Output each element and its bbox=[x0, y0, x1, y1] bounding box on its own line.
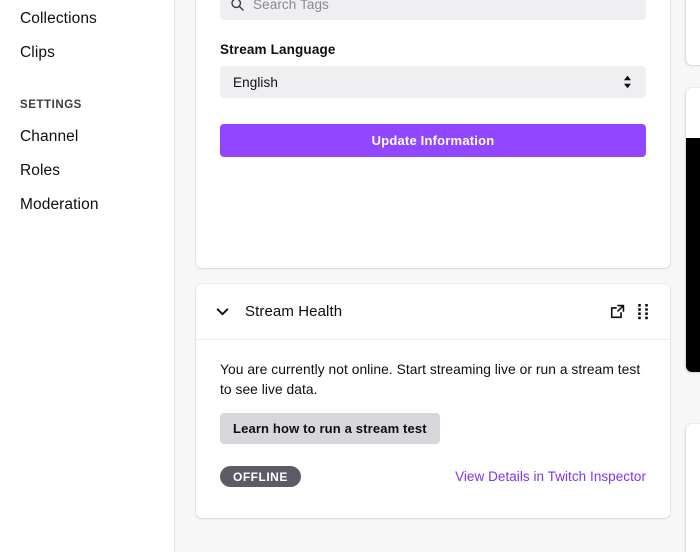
right-column bbox=[683, 0, 700, 552]
stream-language-select[interactable]: English bbox=[220, 66, 646, 98]
sidebar-item-collections[interactable]: Collections bbox=[0, 2, 174, 36]
sidebar-item-label: Roles bbox=[20, 162, 61, 179]
stream-health-card: Stream Health You are currently not onli… bbox=[196, 284, 670, 518]
chevron-down-icon[interactable] bbox=[214, 304, 230, 320]
sidebar-item-channel[interactable]: Channel bbox=[0, 120, 174, 154]
right-card-bottom-cropped bbox=[686, 424, 700, 552]
stream-language-label: Stream Language bbox=[220, 42, 336, 57]
stream-health-footer: OFFLINE View Details in Twitch Inspector bbox=[220, 466, 646, 487]
sidebar-item-label: Collections bbox=[20, 10, 97, 27]
external-link-icon[interactable] bbox=[604, 299, 630, 325]
app-root: Collections Clips SETTINGS Channel Roles… bbox=[0, 0, 700, 552]
stream-health-body: You are currently not online. Start stre… bbox=[196, 340, 670, 487]
sidebar-item-roles[interactable]: Roles bbox=[0, 154, 174, 188]
update-information-label: Update Information bbox=[371, 133, 495, 148]
learn-stream-test-button[interactable]: Learn how to run a stream test bbox=[220, 413, 440, 444]
sidebar-item-clips[interactable]: Clips bbox=[0, 36, 174, 70]
stream-health-status-text: You are currently not online. Start stre… bbox=[220, 362, 641, 397]
search-icon bbox=[230, 0, 245, 12]
sidebar-item-label: Channel bbox=[20, 128, 79, 145]
right-card-video-cropped bbox=[686, 88, 700, 372]
twitch-inspector-link[interactable]: View Details in Twitch Inspector bbox=[455, 469, 646, 484]
stream-language-value: English bbox=[233, 74, 278, 90]
stream-health-header: Stream Health bbox=[196, 284, 670, 340]
sidebar-item-moderation[interactable]: Moderation bbox=[0, 188, 174, 222]
sidebar-section-settings: SETTINGS bbox=[0, 90, 174, 120]
chevron-up-down-icon bbox=[622, 74, 633, 90]
drag-handle-icon[interactable] bbox=[630, 299, 656, 325]
right-card-top-cropped bbox=[686, 0, 700, 65]
stream-information-card: Tags Learn More Search Tags Stream Langu… bbox=[196, 0, 670, 268]
sidebar-item-label: Clips bbox=[20, 44, 55, 61]
search-tags-input[interactable]: Search Tags bbox=[220, 0, 646, 20]
left-sidebar: Collections Clips SETTINGS Channel Roles… bbox=[0, 0, 175, 552]
stream-language-field-header: Stream Language bbox=[220, 42, 646, 57]
stream-health-title: Stream Health bbox=[245, 303, 343, 320]
status-badge: OFFLINE bbox=[220, 466, 301, 487]
video-preview-cropped bbox=[686, 138, 700, 372]
learn-stream-test-label: Learn how to run a stream test bbox=[233, 421, 427, 436]
update-information-button[interactable]: Update Information bbox=[220, 124, 646, 157]
sidebar-item-label: Moderation bbox=[20, 196, 99, 213]
main-content: Tags Learn More Search Tags Stream Langu… bbox=[176, 0, 683, 552]
sidebar-section-label: SETTINGS bbox=[20, 99, 82, 111]
search-tags-placeholder: Search Tags bbox=[253, 0, 329, 12]
